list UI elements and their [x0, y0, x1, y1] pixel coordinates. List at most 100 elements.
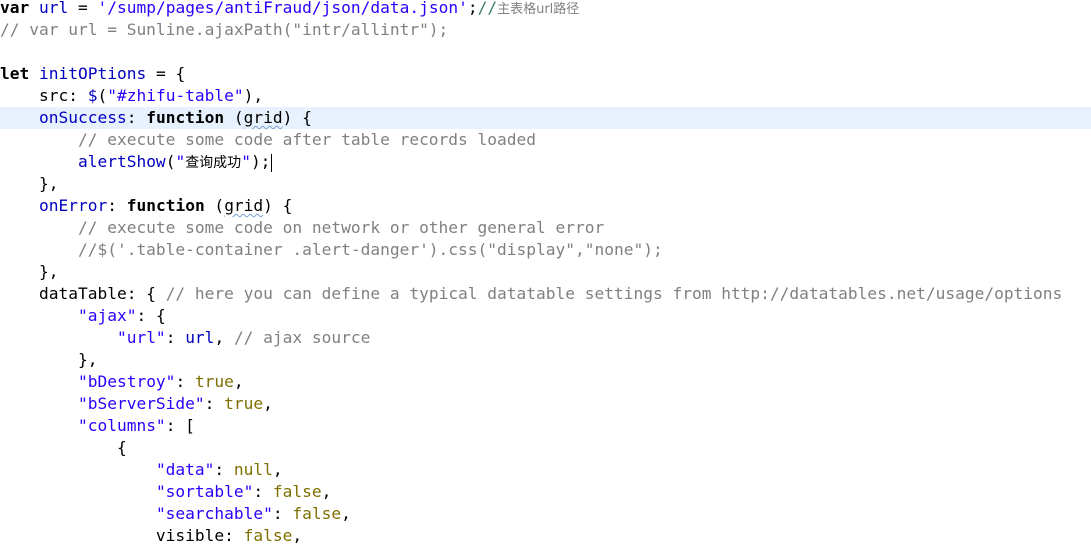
code-token: ( [204, 196, 225, 215]
code-token: src: [0, 86, 88, 105]
code-line[interactable]: "searchable": false, [0, 503, 1091, 525]
code-token: // here you can define a typical datatab… [165, 284, 1063, 303]
code-line[interactable]: let initOPtions = { [0, 63, 1091, 85]
code-token: onError [38, 196, 108, 215]
code-token: function [146, 108, 225, 127]
code-line[interactable]: "data": null, [0, 459, 1091, 481]
code-line[interactable]: // execute some code on network or other… [0, 217, 1091, 239]
code-token: 查询成功 [185, 155, 242, 171]
code-line[interactable]: var url = '/sump/pages/antiFraud/json/da… [0, 0, 1091, 19]
code-token: // execute some code after table records… [0, 130, 537, 149]
code-token: : [ [165, 416, 195, 435]
code-token: // ajax source [233, 328, 371, 347]
code-token: true [224, 394, 264, 413]
code-token: alertShow [77, 152, 166, 171]
code-line[interactable]: "sortable": false, [0, 481, 1091, 503]
code-token: true [194, 372, 234, 391]
code-token: , [233, 372, 244, 391]
code-token: : { [136, 306, 166, 325]
code-token: grid [243, 108, 283, 127]
code-token: = { [146, 64, 186, 83]
code-token: ; [467, 0, 478, 17]
code-token: // execute some code on network or other… [0, 218, 605, 237]
code-editor[interactable]: var url = '/sump/pages/antiFraud/json/da… [0, 0, 1091, 549]
code-line-current[interactable]: onSuccess: function (grid) { [0, 107, 1091, 129]
code-token: "searchable" [155, 504, 273, 523]
code-token: null [233, 460, 273, 479]
code-token: ( [97, 86, 108, 105]
code-token: "ajax" [77, 306, 137, 325]
code-token: : [214, 460, 234, 479]
code-token: , [341, 504, 351, 523]
code-line[interactable]: }, [0, 261, 1091, 283]
code-token: { [0, 438, 127, 457]
code-token: : [175, 372, 195, 391]
code-line[interactable]: }, [0, 173, 1091, 195]
code-token: , [272, 460, 283, 479]
code-line[interactable]: "bServerSide": true, [0, 393, 1091, 415]
code-line[interactable]: dataTable: { // here you can define a ty… [0, 283, 1091, 305]
code-token: : [165, 328, 186, 347]
code-line[interactable]: // var url = Sunline.ajaxPath("intr/alli… [0, 19, 1091, 41]
text-caret [271, 153, 273, 172]
code-token: "data" [155, 460, 215, 479]
code-token: , [214, 328, 234, 347]
code-token: : [272, 504, 293, 523]
code-line[interactable]: }, [0, 349, 1091, 371]
code-token: " [241, 152, 251, 171]
code-token: false [272, 482, 322, 501]
code-token: "#zhifu-table" [107, 86, 244, 105]
code-token: }, [0, 350, 98, 369]
code-token: var [0, 0, 30, 17]
code-token: = [68, 0, 98, 17]
code-line[interactable]: "columns": [ [0, 415, 1091, 437]
code-token: // var url = Sunline.ajaxPath("intr/alli… [0, 20, 449, 39]
code-line[interactable]: src: $("#zhifu-table"), [0, 85, 1091, 107]
code-token: visible: [0, 526, 244, 545]
code-token: ) { [263, 196, 293, 215]
code-token: $ [87, 86, 98, 105]
code-token: let [0, 64, 30, 83]
code-token: : [107, 196, 127, 215]
code-token: // [477, 0, 498, 17]
code-token: function [126, 196, 205, 215]
code-token: initOPtions [39, 64, 147, 83]
code-token: , [292, 526, 303, 545]
code-line[interactable]: // execute some code after table records… [0, 129, 1091, 151]
code-token: : [204, 394, 225, 413]
code-line[interactable]: visible: false, [0, 525, 1091, 547]
code-line[interactable]: "url": url, // ajax source [0, 327, 1091, 349]
code-line[interactable]: alertShow("查询成功"); [0, 151, 1091, 173]
code-token: ( [224, 108, 244, 127]
code-token: 主表格url路径 [497, 2, 580, 17]
code-line[interactable]: //$('.table-container .alert-danger').cs… [0, 239, 1091, 261]
code-line[interactable] [0, 41, 1091, 63]
code-token: url [39, 0, 69, 17]
code-line[interactable]: { [0, 437, 1091, 459]
code-token: url [185, 328, 215, 347]
code-line[interactable]: onError: function (grid) { [0, 195, 1091, 217]
code-token: "bDestroy" [77, 372, 176, 391]
code-token: ( [165, 152, 176, 171]
code-line[interactable]: "ajax": { [0, 305, 1091, 327]
code-token: false [243, 526, 293, 545]
code-line[interactable]: "bDestroy": true, [0, 371, 1091, 393]
code-token: , [321, 482, 332, 501]
code-token: }, [0, 262, 59, 281]
code-token: onSuccess [38, 108, 127, 127]
code-token: ), [243, 86, 264, 105]
code-token: "sortable" [155, 482, 254, 501]
code-token: //$('.table-container .alert-danger').cs… [0, 240, 663, 259]
code-token: }, [0, 174, 59, 193]
code-token: "columns" [77, 416, 166, 435]
